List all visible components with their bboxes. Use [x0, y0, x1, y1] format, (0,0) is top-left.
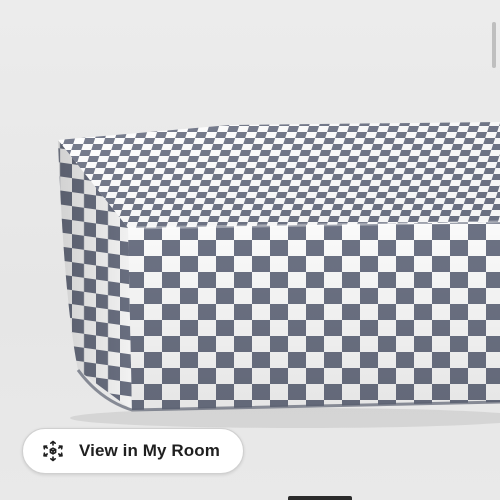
- home-indicator: [288, 496, 352, 500]
- scrollbar[interactable]: [492, 22, 496, 68]
- product-image: [58, 122, 500, 428]
- view-in-my-room-button[interactable]: View in My Room: [22, 428, 244, 474]
- product-image-viewer[interactable]: View in My Room: [0, 0, 500, 500]
- augmented-reality-cube-icon: [43, 440, 63, 462]
- view-in-my-room-label: View in My Room: [79, 441, 220, 460]
